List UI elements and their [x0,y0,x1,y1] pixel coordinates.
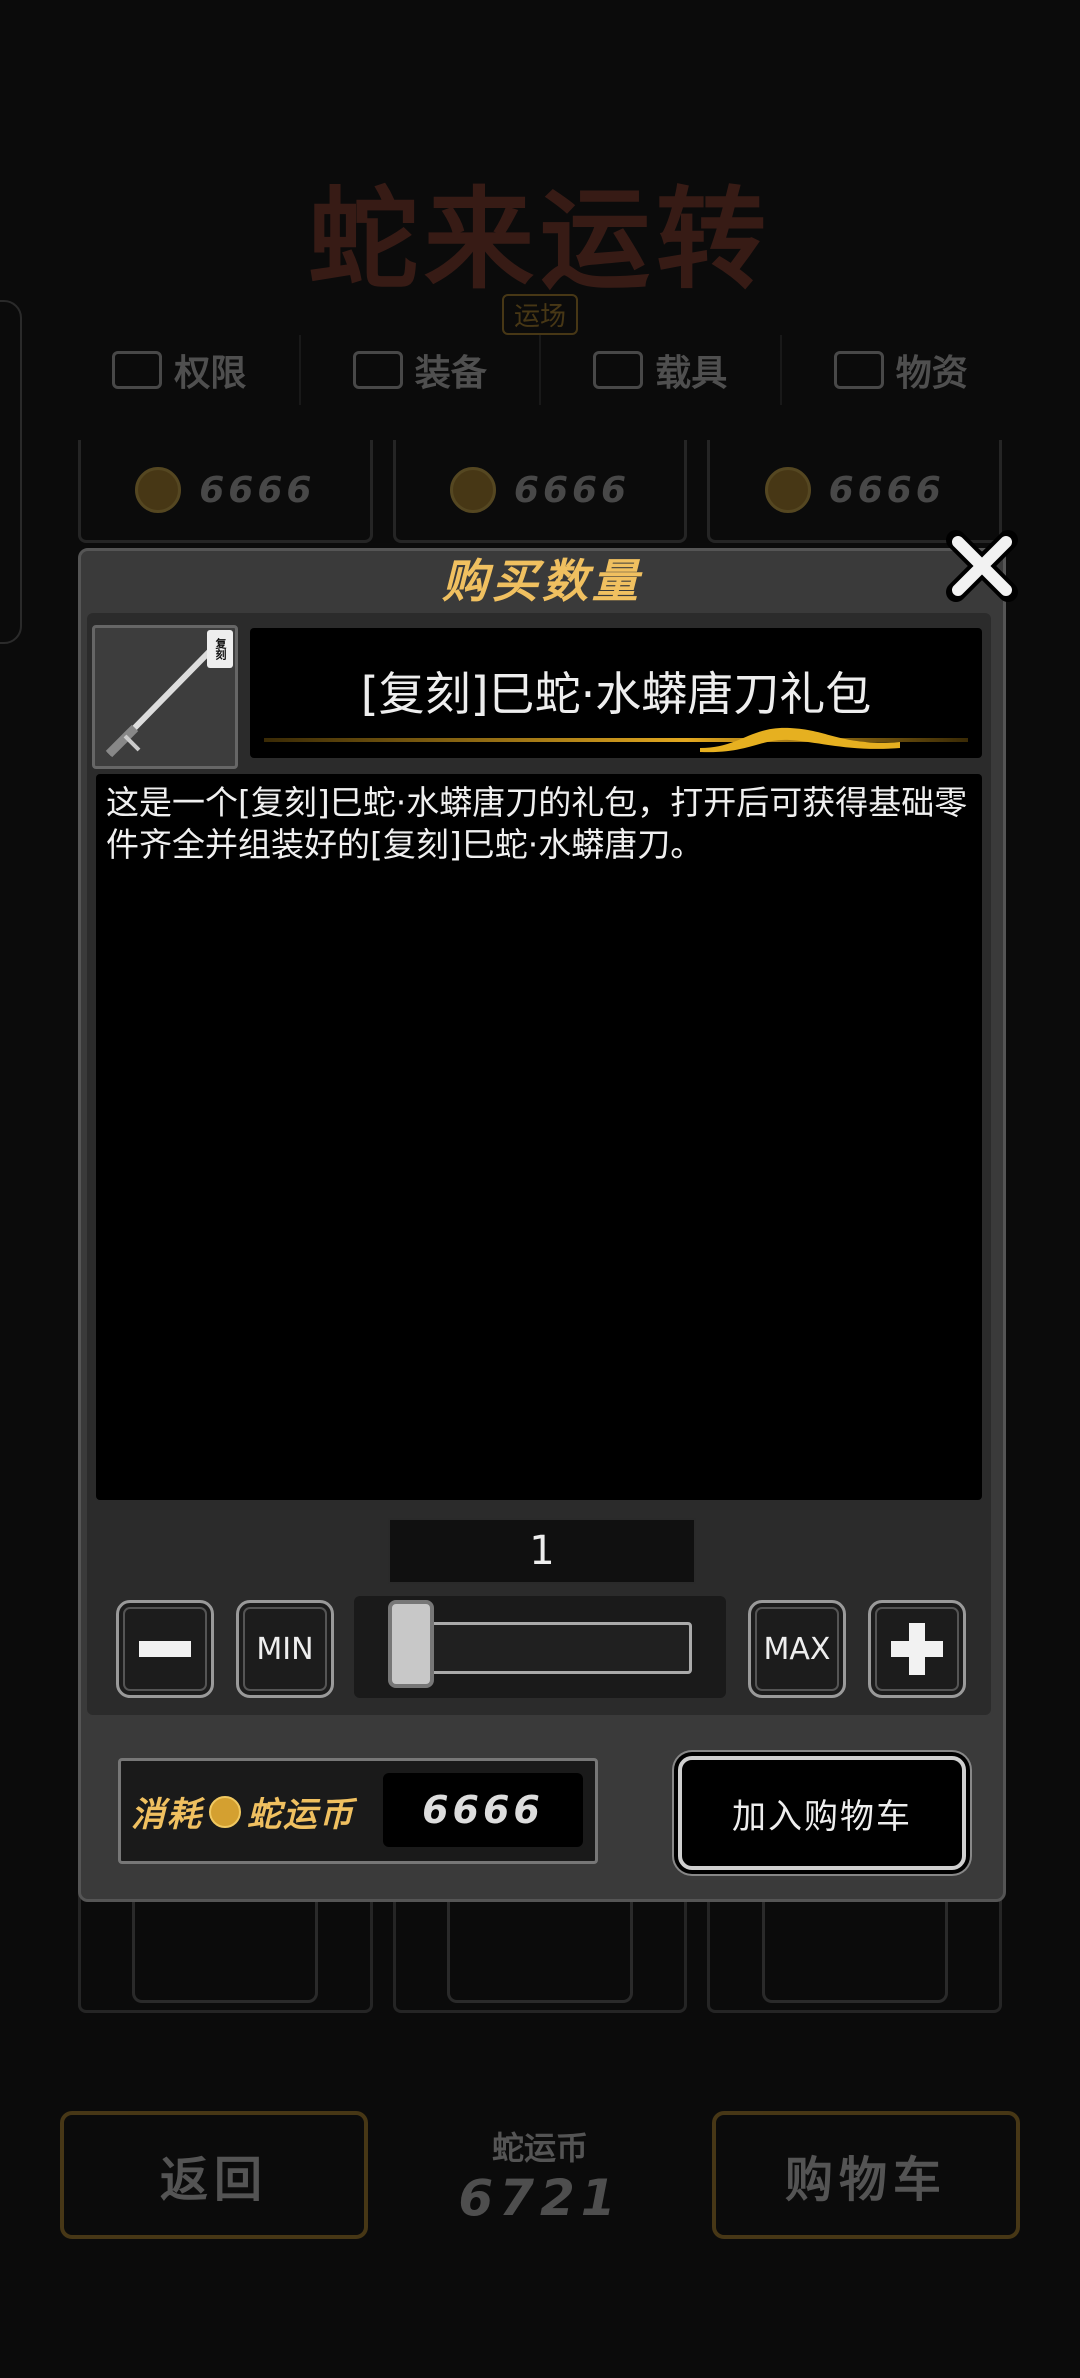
tab-permissions[interactable]: 权限 [60,335,301,405]
item-image [447,1890,633,2003]
cost-label: 消耗 蛇运币 [131,1787,355,1836]
item-name-panel: [复刻]巳蛇·水蟒唐刀礼包 [250,628,982,758]
quantity-slider[interactable] [354,1596,726,1698]
car-icon [593,351,644,389]
tab-label: 载具 [655,353,728,394]
reprint-badge: 复刻 [207,630,233,668]
item-name: [复刻]巳蛇·水蟒唐刀礼包 [360,667,872,721]
decrease-button[interactable] [116,1600,214,1698]
box-icon [112,351,163,389]
category-tabs: 权限 装备 载具 物资 [60,335,1020,405]
tab-supplies[interactable]: 物资 [782,335,1021,405]
dialog-title: 购买数量 [442,554,642,608]
coin-icon [209,1795,241,1828]
shop-item-card[interactable] [707,1890,1003,2013]
shop-item-card[interactable] [392,1890,688,2013]
bottom-bar: 返回 蛇运币 6721 购物车 [60,2110,1020,2240]
item-image [132,1890,319,2003]
min-label: MIN [256,1631,314,1667]
crate-icon [833,351,884,389]
coin-icon [764,467,811,513]
event-logo-title: 蛇来运转 [308,175,772,304]
quantity-display: 1 [388,1518,696,1584]
coin-icon [135,467,182,513]
event-logo: 蛇来运转 运场 [0,150,1080,335]
snake-ornament-icon [700,727,900,753]
tab-vehicles[interactable]: 载具 [541,335,782,405]
shield-icon [352,351,403,389]
slider-handle[interactable] [388,1600,434,1688]
item-thumbnail: 复刻 [92,625,238,769]
item-price: 6666 [828,469,945,511]
item-price: 6666 [513,469,631,511]
back-button[interactable]: 返回 [60,2111,368,2239]
cost-currency: 蛇运币 [247,1795,355,1835]
max-button[interactable]: MAX [748,1600,846,1698]
min-button[interactable]: MIN [236,1600,334,1698]
minus-icon [139,1641,191,1657]
currency-label: 蛇运币 [491,2129,588,2167]
currency-balance: 6721 [458,2169,622,2227]
cost-prefix: 消耗 [131,1795,203,1835]
item-price: 6666 [199,469,316,511]
cart-button[interactable]: 购物车 [711,2111,1020,2239]
cost-panel: 消耗 蛇运币 6666 [118,1758,598,1864]
item-description-panel: 这是一个[复刻]巳蛇·水蟒唐刀的礼包，打开后可获得基础零件齐全并组装好的[复刻]… [96,774,982,1500]
item-image [761,1890,948,2003]
plus-icon [891,1623,943,1675]
tab-label: 装备 [414,353,487,394]
cost-value: 6666 [383,1773,583,1847]
currency-wallet: 蛇运币 6721 [458,2123,621,2227]
shop-item-card[interactable] [78,1890,373,2013]
shop-item-row: 6666 6666 6666 [78,440,1003,543]
item-description: 这是一个[复刻]巳蛇·水蟒唐刀的礼包，打开后可获得基础零件齐全并组装好的[复刻]… [106,783,968,864]
tab-equipment[interactable]: 装备 [301,335,541,405]
increase-button[interactable] [868,1600,966,1698]
event-logo-subtitle: 运场 [501,294,578,335]
shop-item-card[interactable]: 6666 [392,440,688,543]
add-to-cart-button[interactable]: 加入购物车 [678,1756,966,1870]
tab-label: 物资 [895,353,968,394]
side-panel-edge [0,300,22,644]
close-icon[interactable] [946,530,1018,602]
shop-item-card[interactable]: 6666 [707,440,1003,543]
shop-item-row [78,1890,1003,2013]
max-label: MAX [763,1631,831,1667]
coin-icon [449,467,496,513]
tab-label: 权限 [174,353,247,394]
shop-item-card[interactable]: 6666 [78,440,373,543]
